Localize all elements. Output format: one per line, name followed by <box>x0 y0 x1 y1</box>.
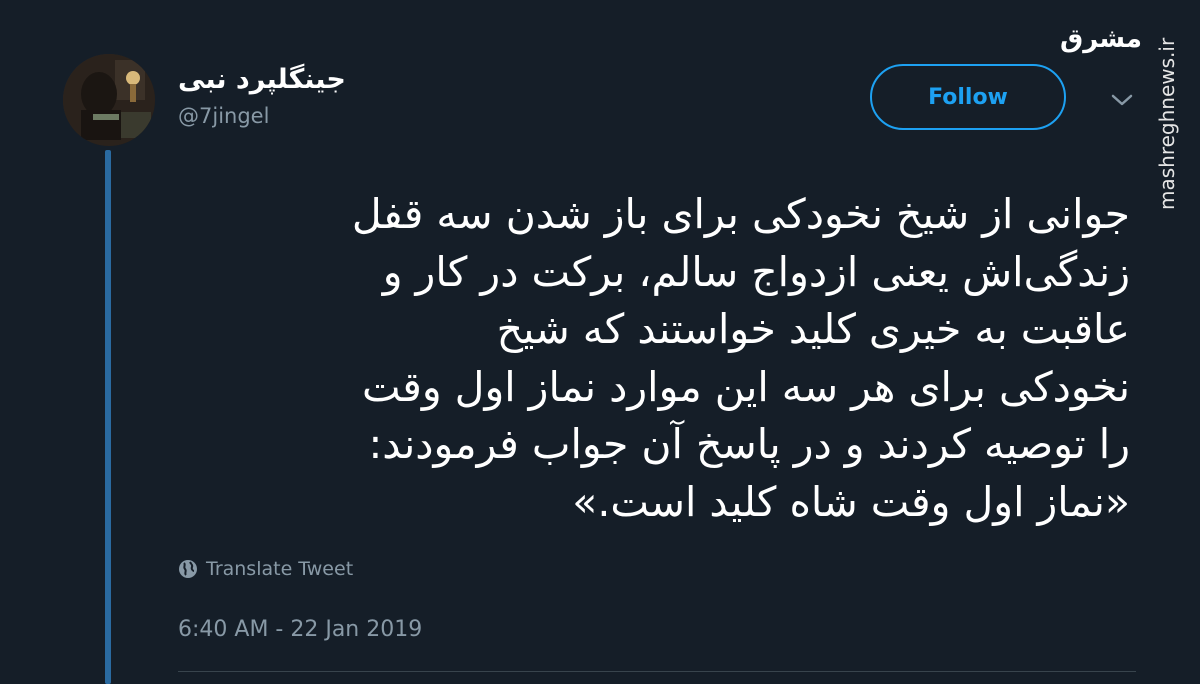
thread-line <box>105 150 111 684</box>
divider <box>178 671 1136 672</box>
watermark-url: mashreghnews.ir <box>1155 37 1179 210</box>
avatar-image <box>63 54 155 146</box>
tweet-text-line: جوانی از شیخ نخودکی برای باز شدن سه قفل <box>351 190 1130 238</box>
display-name[interactable]: جینگلپرد نبی <box>178 64 346 95</box>
tweet-text-line: را توصیه کردند و در پاسخ آن جواب فرمودند… <box>368 420 1130 468</box>
chevron-down-icon[interactable] <box>1108 90 1136 110</box>
tweet-text-line: زندگی‌اش یعنی ازدواج سالم، برکت در کار و <box>382 247 1130 296</box>
tweet-timestamp[interactable]: 6:40 AM - 22 Jan 2019 <box>178 617 422 642</box>
tweet-text-line: نخودکی برای هر سه این موارد نماز اول وقت <box>361 362 1130 411</box>
tweet-text-line: «نماز اول وقت شاه کلید است.» <box>572 477 1130 526</box>
follow-button[interactable]: Follow <box>870 64 1066 130</box>
watermark-logo: مشرق <box>1060 24 1142 54</box>
tweet-text-line: عاقبت به خیری کلید خواستند که شیخ <box>496 305 1130 353</box>
translate-label: Translate Tweet <box>206 558 354 580</box>
translate-tweet-link[interactable]: Translate Tweet <box>178 558 353 580</box>
user-handle[interactable]: @7jingel <box>178 104 269 128</box>
globe-icon <box>179 560 197 578</box>
avatar[interactable] <box>63 54 155 146</box>
tweet-text: جوانی از شیخ نخودکی برای باز شدن سه قفل … <box>170 186 1130 531</box>
